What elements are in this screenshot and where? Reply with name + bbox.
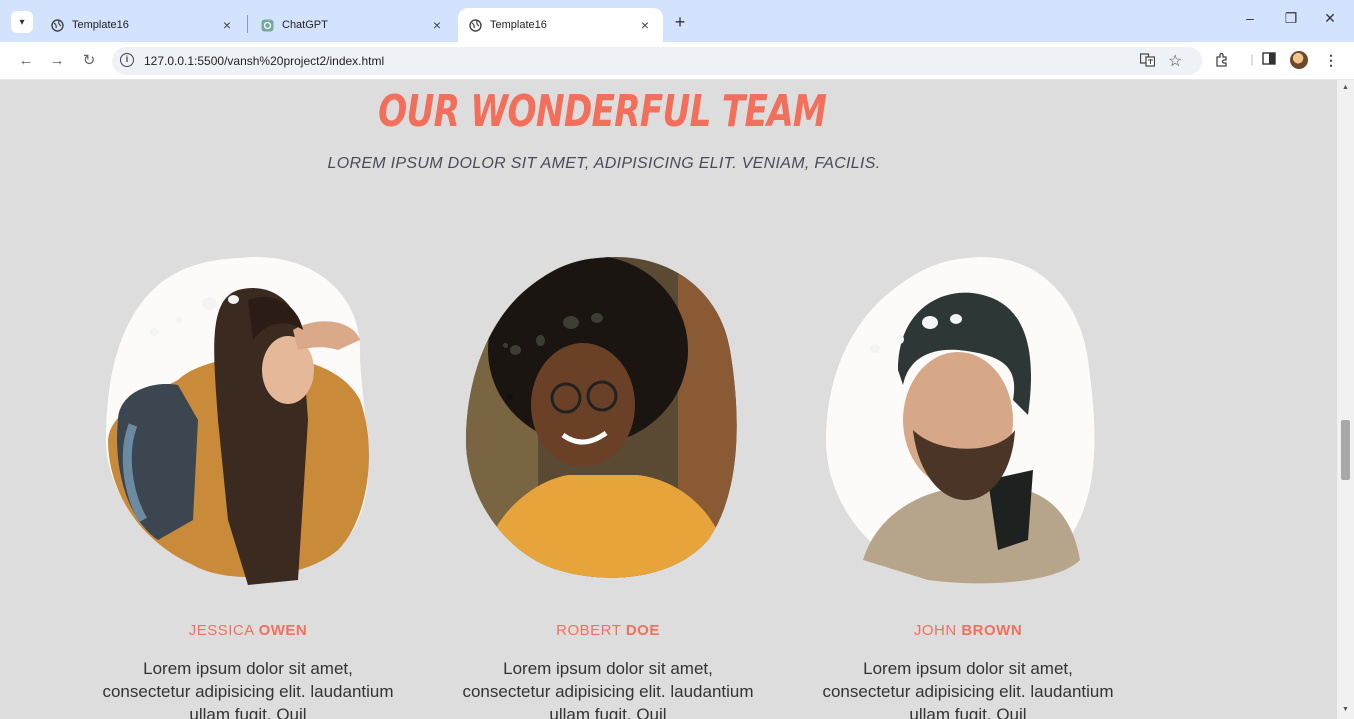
close-icon[interactable]: ×	[637, 17, 653, 33]
paint-splash	[176, 317, 183, 323]
new-tab-button[interactable]: +	[670, 12, 690, 33]
reload-button[interactable]: ↻	[79, 51, 99, 71]
site-info-icon[interactable]: i	[120, 53, 134, 67]
tab-label: Template16	[490, 19, 547, 31]
back-button[interactable]: ←	[16, 51, 36, 71]
tab-template16-active[interactable]: Template16 ×	[458, 8, 663, 42]
tab-template16-first[interactable]: Template16 ×	[40, 8, 245, 42]
profile-avatar[interactable]	[1290, 51, 1308, 69]
scroll-thumb[interactable]	[1341, 420, 1350, 480]
tab-label: Template16	[72, 19, 129, 31]
team-member-card: JOHN BROWN Lorem ipsum dolor sit amet, c…	[818, 220, 1118, 719]
restore-button[interactable]: ❐	[1279, 10, 1303, 27]
page-viewport: OUR WONDERFUL TEAM LOREM IPSUM DOLOR SIT…	[0, 80, 1337, 719]
member-name: JESSICA OWEN	[188, 622, 308, 639]
member-photo-jessica	[106, 256, 369, 585]
paint-splash	[202, 297, 217, 310]
paint-splash	[503, 343, 508, 348]
section-title: OUR WONDERFUL TEAM	[378, 86, 827, 137]
page-scrollbar[interactable]: ▲ ▼	[1337, 80, 1354, 719]
globe-icon	[468, 18, 482, 32]
paint-splash	[870, 344, 880, 353]
scroll-down-arrow-icon[interactable]: ▼	[1341, 706, 1350, 713]
member-name: ROBERT DOE	[556, 622, 660, 639]
tab-strip: ▾ Template16 × ChatGPT × Template16 × + …	[0, 0, 1354, 42]
member-bio: Lorem ipsum dolor sit amet, consectetur …	[102, 659, 394, 719]
member-photo-john	[826, 257, 1095, 584]
paint-splash	[950, 314, 962, 324]
close-icon[interactable]: ×	[429, 17, 445, 33]
paint-splash	[228, 295, 239, 304]
minimize-button[interactable]: –	[1238, 10, 1262, 26]
member-name: JOHN BROWN	[913, 622, 1023, 639]
team-member-card: ROBERT DOE Lorem ipsum dolor sit amet, c…	[458, 220, 758, 719]
menu-kebab-icon[interactable]: ⋮	[1322, 52, 1340, 69]
paint-splash	[536, 335, 545, 346]
tab-chatgpt[interactable]: ChatGPT ×	[250, 8, 455, 42]
section-subtitle: LOREM IPSUM DOLOR SIT AMET, ADIPISICING …	[327, 155, 881, 172]
globe-icon	[50, 18, 64, 32]
paint-splash	[506, 394, 513, 401]
url-text: 127.0.0.1:5500/vansh%20project2/index.ht…	[144, 54, 385, 68]
paint-splash	[896, 335, 904, 344]
paint-splash	[510, 345, 521, 355]
side-panel-icon[interactable]	[1260, 52, 1278, 68]
chatgpt-icon	[260, 18, 274, 32]
extensions-icon[interactable]	[1212, 52, 1230, 70]
toolbar-divider: |	[1250, 52, 1254, 66]
bookmark-star-icon[interactable]: ☆	[1168, 51, 1182, 71]
tab-search-chevron-icon[interactable]: ▾	[11, 11, 33, 33]
paint-splash	[922, 316, 938, 329]
translate-icon[interactable]	[1139, 53, 1156, 70]
tab-divider	[247, 15, 248, 33]
member-photo-robert	[466, 256, 737, 578]
address-bar[interactable]: i 127.0.0.1:5500/vansh%20project2/index.…	[112, 47, 1202, 75]
scroll-up-arrow-icon[interactable]: ▲	[1341, 84, 1350, 91]
paint-splash	[150, 328, 159, 336]
team-member-card: JESSICA OWEN Lorem ipsum dolor sit amet,…	[98, 220, 398, 719]
close-icon[interactable]: ×	[219, 17, 235, 33]
member-bio: Lorem ipsum dolor sit amet, consectetur …	[462, 659, 754, 719]
paint-splash	[591, 313, 603, 323]
window-close-button[interactable]: ✕	[1318, 10, 1342, 27]
forward-button[interactable]: →	[47, 51, 67, 71]
browser-toolbar: ← → ↻ i 127.0.0.1:5500/vansh%20project2/…	[0, 42, 1354, 80]
paint-splash	[563, 316, 579, 329]
tab-label: ChatGPT	[282, 19, 328, 31]
member-bio: Lorem ipsum dolor sit amet, consectetur …	[822, 659, 1114, 719]
